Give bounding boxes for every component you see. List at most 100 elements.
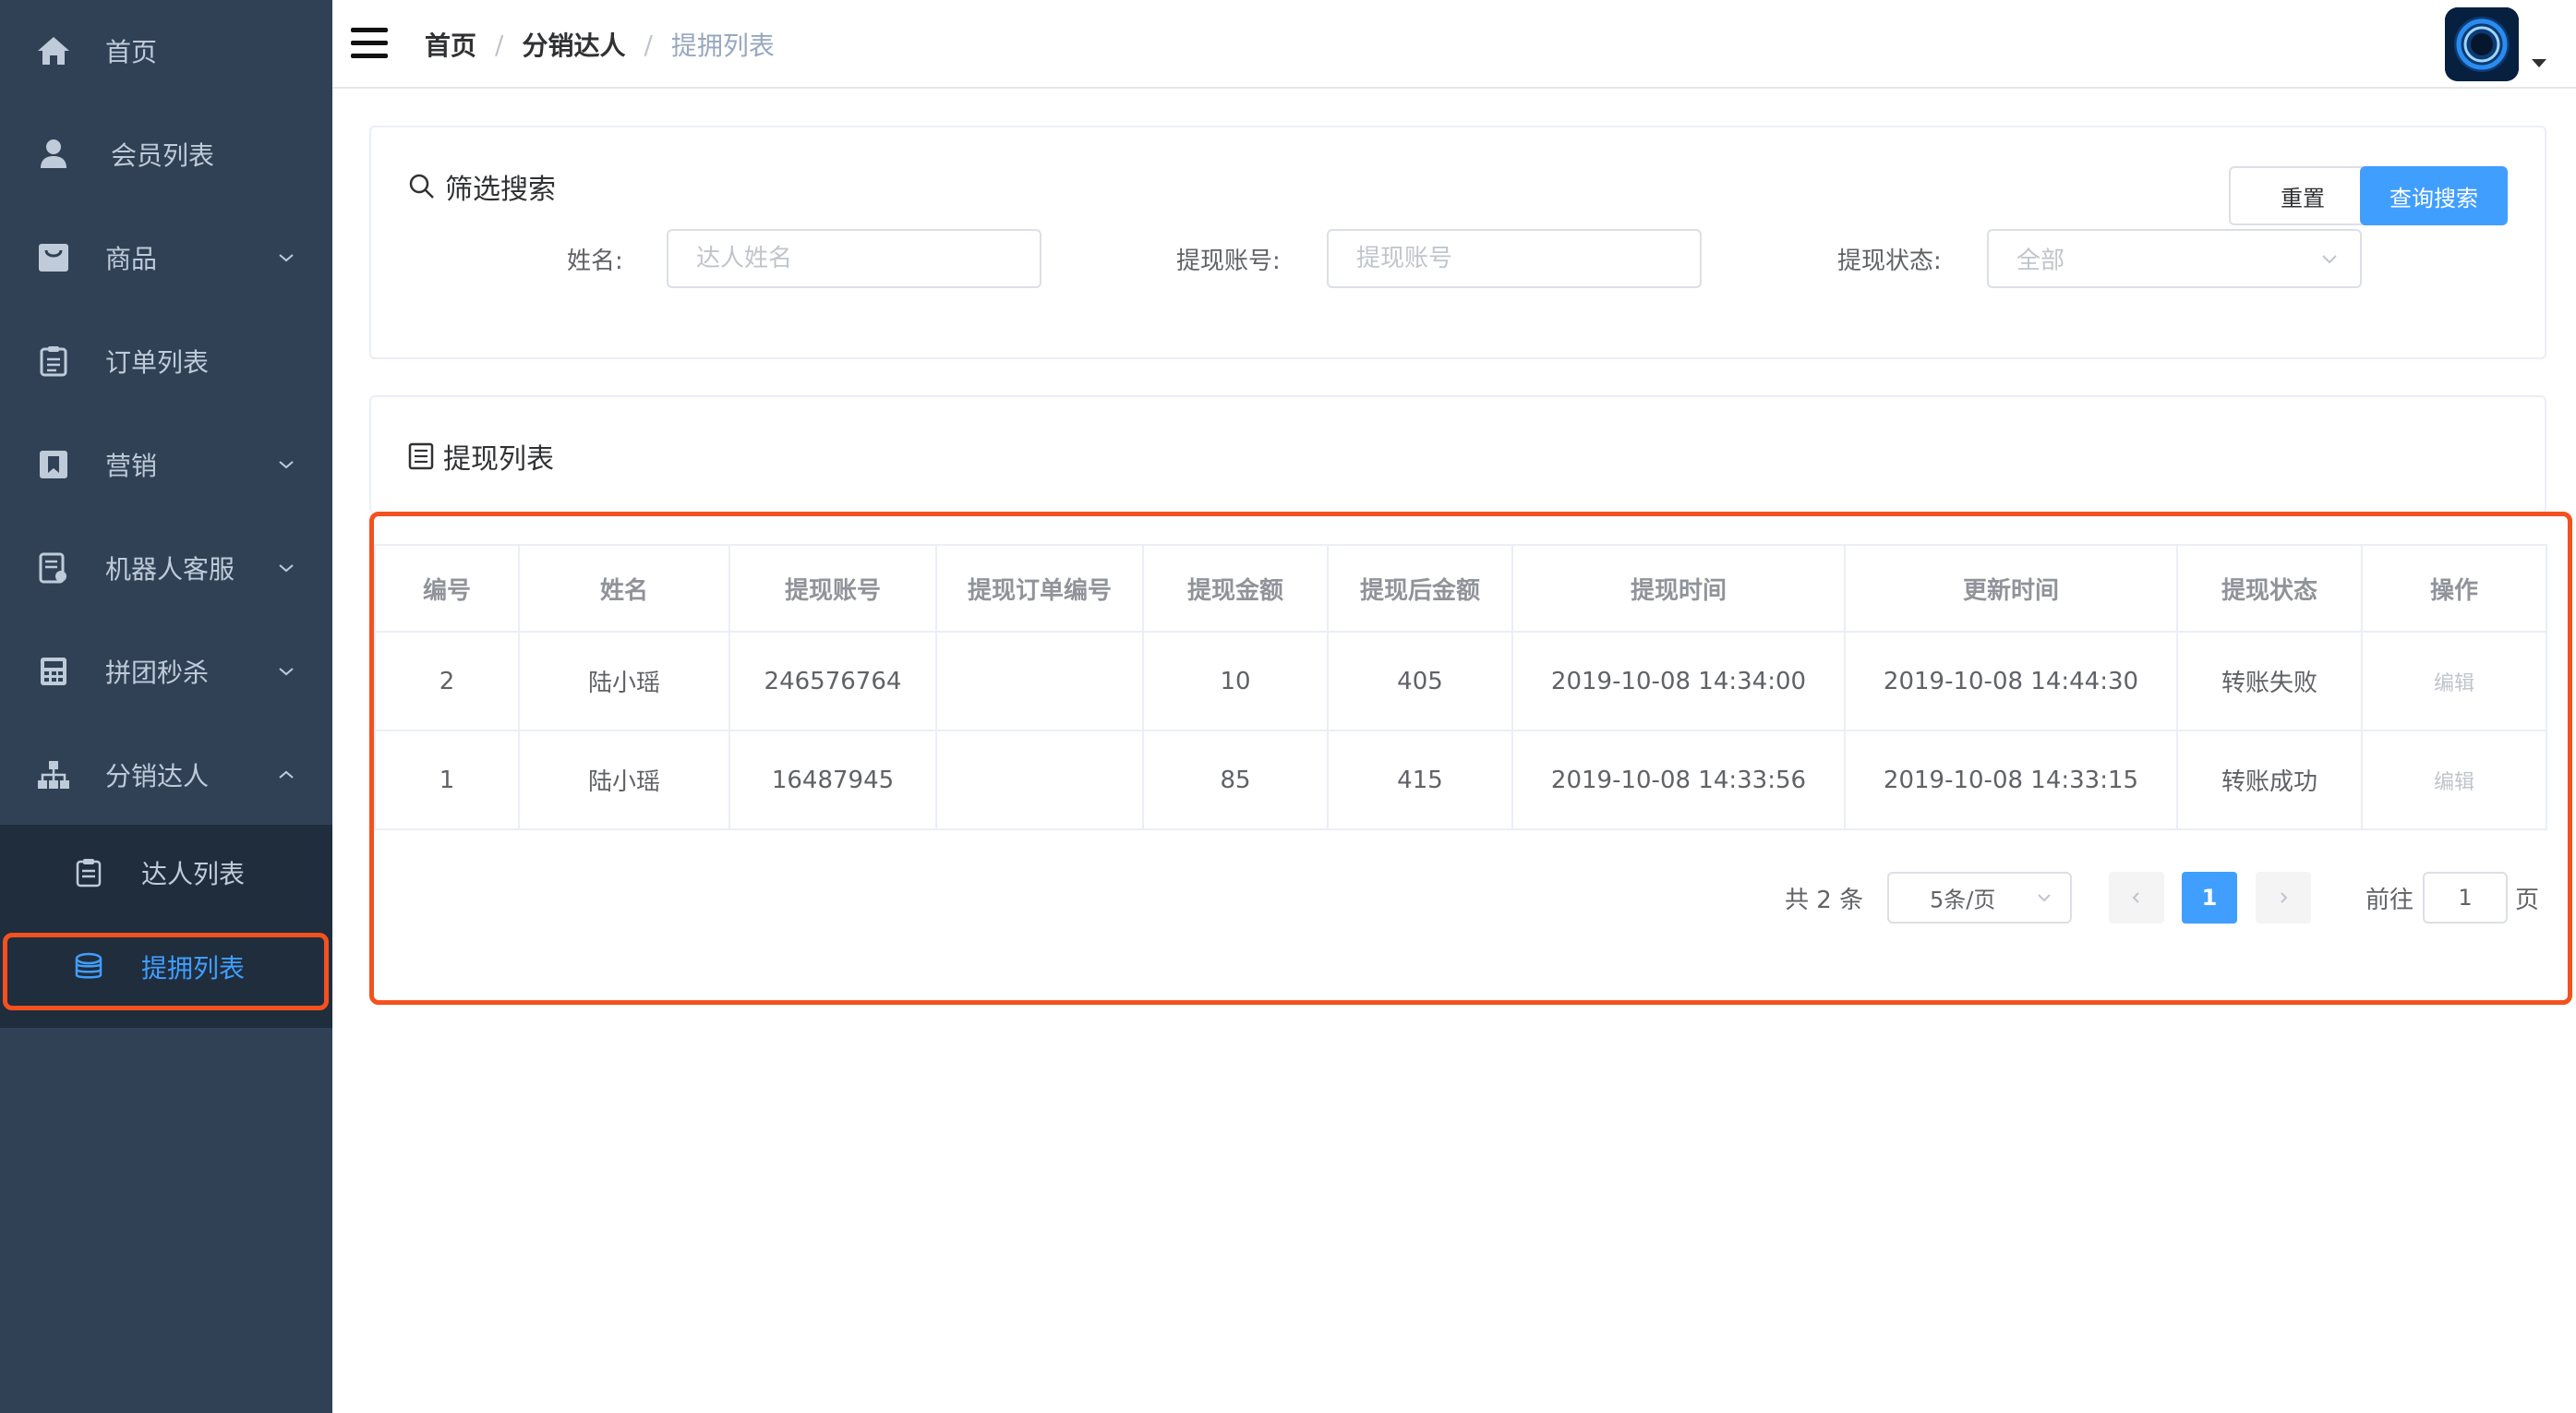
- page-size-value: 5条/页: [1930, 887, 1996, 913]
- chevron-right-icon: [2281, 892, 2288, 903]
- sidebar-item-orders[interactable]: 订单列表: [0, 310, 332, 412]
- chevron-left-icon: [2132, 892, 2139, 903]
- column-header: 编号: [374, 544, 520, 633]
- search-button[interactable]: 查询搜索: [2360, 166, 2508, 225]
- home-icon: [35, 32, 72, 69]
- cell-action: 编辑: [2361, 730, 2547, 830]
- cell-after-amount: 405: [1327, 631, 1513, 731]
- sidebar-item-label: 达人列表: [141, 859, 246, 889]
- column-header: 操作: [2361, 544, 2547, 633]
- caret-down-icon[interactable]: [2532, 59, 2546, 67]
- breadcrumb-current: 提拥列表: [670, 30, 775, 61]
- cell-updated: 2019-10-08 14:44:30: [1844, 631, 2178, 731]
- chevron-up-icon: [279, 770, 294, 779]
- cell-status: 转账失败: [2176, 631, 2363, 731]
- cell-id: 2: [374, 631, 520, 731]
- name-input[interactable]: [667, 229, 1041, 288]
- column-header: 姓名: [518, 544, 730, 633]
- sidebar-item-products[interactable]: 商品: [0, 207, 332, 308]
- sidebar-item-label: 首页: [105, 37, 158, 67]
- list-title-text: 提现列表: [443, 443, 554, 476]
- sidebar-item-label: 机器人客服: [105, 554, 235, 585]
- cell-order-no: [935, 730, 1144, 830]
- page-suffix: 页: [2515, 887, 2540, 914]
- goto-page-input[interactable]: [2423, 872, 2508, 924]
- sidebar-item-label: 商品: [105, 244, 158, 274]
- chevron-down-icon: [279, 461, 294, 469]
- chevron-down-icon: [279, 564, 294, 573]
- table-section: 编号 姓名 提现账号 提现订单编号 提现金额 提现后金额 提现时间 更新时间 提…: [369, 512, 2576, 1005]
- chevron-down-icon: [279, 254, 294, 262]
- table-row: 2 陆小瑶 246576764 10 405 2019-10-08 14:34:…: [374, 631, 2547, 731]
- reset-button[interactable]: 重置: [2229, 166, 2377, 225]
- cell-id: 1: [374, 730, 520, 830]
- top-navbar: 首页 / 分销达人 / 提拥列表: [332, 0, 2576, 89]
- breadcrumb-distributors[interactable]: 分销达人: [522, 26, 625, 63]
- prev-page-button[interactable]: [2109, 872, 2164, 924]
- breadcrumb: 首页 / 分销达人 / 提拥列表: [425, 26, 775, 63]
- cell-amount: 85: [1142, 730, 1329, 830]
- cell-account: 16487945: [728, 730, 937, 830]
- cell-amount: 10: [1142, 631, 1329, 731]
- sidebar-item-marketing[interactable]: 营销: [0, 414, 332, 515]
- hamburger-menu-icon[interactable]: [351, 28, 388, 59]
- account-input[interactable]: [1327, 229, 1702, 288]
- clipboard-icon: [72, 856, 105, 889]
- list-title: 提现列表: [408, 436, 554, 477]
- sidebar-item-members[interactable]: 会员列表: [0, 103, 332, 205]
- account-label: 提现账号:: [1176, 248, 1281, 275]
- chevron-down-icon: [279, 668, 294, 676]
- avatar[interactable]: [2445, 7, 2519, 81]
- bag-icon: [35, 239, 72, 276]
- sidebar-item-distributors[interactable]: 分销达人: [0, 724, 332, 826]
- page-size-select[interactable]: 5条/页: [1887, 872, 2072, 924]
- table-row: 1 陆小瑶 16487945 85 415 2019-10-08 14:33:5…: [374, 730, 2547, 830]
- clipboard-icon: [35, 343, 72, 380]
- cell-time: 2019-10-08 14:34:00: [1511, 631, 1846, 731]
- cell-updated: 2019-10-08 14:33:15: [1844, 730, 2178, 830]
- cell-after-amount: 415: [1327, 730, 1513, 830]
- chevron-down-icon: [2322, 255, 2337, 264]
- sidebar-item-label: 会员列表: [111, 140, 215, 171]
- status-select-value: 全部: [2016, 247, 2065, 275]
- page-number-current[interactable]: 1: [2182, 872, 2237, 924]
- column-header: 提现时间: [1511, 544, 1846, 633]
- column-header: 提现订单编号: [935, 544, 1144, 633]
- status-select[interactable]: 全部: [1987, 229, 2362, 288]
- search-icon: [409, 174, 434, 199]
- sidebar-item-label: 订单列表: [105, 347, 210, 378]
- filter-card: 筛选搜索 姓名: 提现账号: 提现状态: 全部 重置 查询搜索: [369, 126, 2546, 359]
- edit-button[interactable]: 编辑: [2434, 771, 2474, 794]
- column-header: 提现金额: [1142, 544, 1329, 633]
- sidebar-item-group-buy[interactable]: 拼团秒杀: [0, 621, 332, 722]
- column-header: 提现账号: [728, 544, 937, 633]
- sidebar-item-home[interactable]: 首页: [0, 0, 332, 102]
- sidebar-subitem-distributor-list[interactable]: 达人列表: [0, 831, 332, 914]
- cell-name: 陆小瑶: [518, 631, 730, 731]
- chevron-down-icon: [2038, 894, 2051, 902]
- status-label: 提现状态:: [1837, 248, 1942, 275]
- user-icon: [35, 136, 72, 173]
- calculator-icon: [35, 653, 72, 690]
- cell-action: 编辑: [2361, 631, 2547, 731]
- breadcrumb-home[interactable]: 首页: [425, 26, 476, 63]
- column-header: 更新时间: [1844, 544, 2178, 633]
- sidebar-item-bot-service[interactable]: 机器人客服: [0, 517, 332, 619]
- active-item-highlight: [3, 933, 329, 1010]
- next-page-button[interactable]: [2256, 872, 2311, 924]
- table-header-row: 编号 姓名 提现账号 提现订单编号 提现金额 提现后金额 提现时间 更新时间 提…: [374, 544, 2547, 633]
- sidebar-item-label: 分销达人: [105, 761, 210, 791]
- withdrawal-table: 编号 姓名 提现账号 提现订单编号 提现金额 提现后金额 提现时间 更新时间 提…: [374, 544, 2547, 830]
- breadcrumb-separator: /: [644, 29, 653, 60]
- list-card: 提现列表: [369, 395, 2546, 513]
- filter-title: 筛选搜索: [408, 166, 556, 207]
- sitemap-icon: [35, 756, 72, 793]
- pagination-total: 共 2 条: [1785, 887, 1864, 914]
- cell-order-no: [935, 631, 1144, 731]
- cell-status: 转账成功: [2176, 730, 2363, 830]
- cell-account: 246576764: [728, 631, 937, 731]
- edit-button[interactable]: 编辑: [2434, 672, 2474, 695]
- filter-title-text: 筛选搜索: [445, 174, 556, 206]
- list-icon: [408, 442, 434, 470]
- document-icon: [35, 550, 72, 586]
